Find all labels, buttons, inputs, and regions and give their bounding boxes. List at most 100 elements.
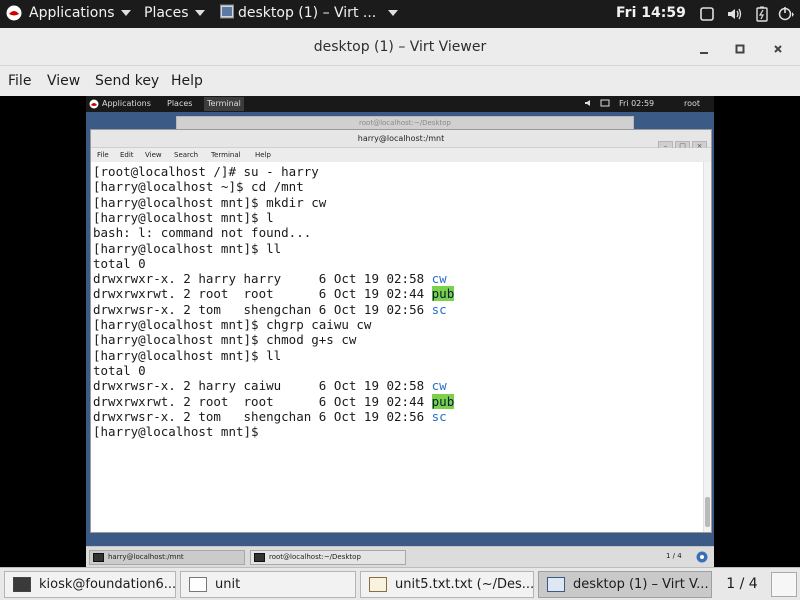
term-menu-terminal[interactable]: Terminal bbox=[211, 151, 241, 159]
terminal-line: [harry@localhost mnt]$ ll bbox=[93, 348, 281, 363]
terminal-line-text: [harry@localhost mnt]$ bbox=[93, 424, 267, 440]
minimize-icon[interactable] bbox=[698, 40, 710, 59]
terminal-line: total 0 bbox=[93, 256, 146, 271]
guest-terminal-button[interactable]: Terminal bbox=[204, 97, 244, 111]
terminal-line-text: total 0 bbox=[93, 362, 146, 378]
terminal-line-text: [harry@localhost mnt]$ chmod g+s cw bbox=[93, 332, 357, 348]
terminal-line-text: drwxrwxrwt. 2 root root 6 Oct 19 02:44 bbox=[93, 393, 432, 409]
menu-file[interactable]: File bbox=[8, 73, 31, 89]
terminal-line-text: drwxrwsr-x. 2 tom shengchan 6 Oct 19 02:… bbox=[93, 301, 432, 317]
guest-display[interactable]: Applications Places Terminal Fri 02:59 r… bbox=[86, 96, 714, 567]
battery-icon[interactable] bbox=[756, 6, 768, 26]
host-taskbar: kiosk@foundation6... unit unit5.txt.txt … bbox=[0, 567, 800, 600]
terminal-line: drwxrwxr-x. 2 harry harry 6 Oct 19 02:58… bbox=[93, 271, 447, 286]
task-virt-viewer[interactable]: desktop (1) – Virt V... bbox=[538, 571, 712, 598]
task-label: kiosk@foundation6... bbox=[39, 577, 176, 592]
terminal-line: [harry@localhost mnt]$ chmod g+s cw bbox=[93, 332, 356, 347]
terminal-line-text: [harry@localhost mnt]$ l bbox=[93, 209, 274, 225]
terminal-line: [harry@localhost mnt]$ bbox=[93, 424, 266, 439]
viewer-menubar: File View Send key Help bbox=[0, 66, 800, 96]
terminal-line: [root@localhost /]# su - harry bbox=[93, 164, 319, 179]
terminal-line: drwxrwsr-x. 2 tom shengchan 6 Oct 19 02:… bbox=[93, 302, 447, 317]
scrollbar-thumb[interactable] bbox=[705, 497, 710, 527]
task-label: unit5.txt.txt (~/Des... bbox=[395, 577, 534, 592]
task-label: desktop (1) – Virt V... bbox=[573, 577, 709, 592]
terminal-line: [harry@localhost mnt]$ mkdir cw bbox=[93, 195, 326, 210]
term-menu-edit[interactable]: Edit bbox=[120, 151, 134, 159]
term-menu-file[interactable]: File bbox=[97, 151, 109, 159]
task-unit5-editor[interactable]: unit5.txt.txt (~/Des... bbox=[360, 571, 534, 598]
terminal-line: drwxrwxrwt. 2 root root 6 Oct 19 02:44 p… bbox=[93, 286, 455, 302]
terminal-line-text: [harry@localhost mnt]$ chgrp caiwu cw bbox=[93, 317, 372, 332]
directory-name: sc bbox=[431, 301, 447, 317]
text-editor-icon bbox=[369, 577, 387, 592]
folder-icon bbox=[189, 577, 207, 592]
guest-volume-icon[interactable] bbox=[584, 98, 594, 110]
clock[interactable]: Fri 14:59 bbox=[616, 5, 686, 21]
active-window-label: desktop (1) – Virt ... bbox=[238, 5, 377, 21]
guest-task-label: root@localhost:~/Desktop bbox=[269, 553, 361, 561]
background-window[interactable]: root@localhost:~/Desktop bbox=[176, 116, 634, 130]
places-menu[interactable]: Places bbox=[144, 5, 205, 21]
power-icon[interactable] bbox=[778, 6, 796, 26]
guest-pager[interactable]: 1 / 4 bbox=[666, 552, 682, 560]
guest-taskbar: harry@localhost:/mnt root@localhost:~/De… bbox=[86, 546, 714, 567]
applications-label: Applications bbox=[29, 5, 115, 21]
menu-help[interactable]: Help bbox=[171, 73, 203, 89]
guest-notification-icon[interactable] bbox=[696, 551, 708, 565]
terminal-line: drwxrwsr-x. 2 tom shengchan 6 Oct 19 02:… bbox=[93, 409, 447, 424]
terminal-line-text: [root@localhost /]# su - harry bbox=[93, 164, 319, 179]
guest-task-harry-terminal[interactable]: harry@localhost:/mnt bbox=[89, 550, 245, 565]
terminal-line: bash: l: command not found... bbox=[93, 225, 311, 240]
guest-applications-menu[interactable]: Applications bbox=[102, 99, 151, 108]
volume-icon[interactable] bbox=[726, 6, 742, 26]
terminal-line: drwxrwsr-x. 2 harry caiwu 6 Oct 19 02:58… bbox=[93, 378, 447, 393]
maximize-icon[interactable] bbox=[734, 40, 746, 59]
viewer-title: desktop (1) – Virt Viewer bbox=[313, 39, 487, 55]
term-menu-help[interactable]: Help bbox=[255, 151, 271, 159]
menu-view[interactable]: View bbox=[47, 73, 80, 89]
terminal-line: total 0 bbox=[93, 363, 146, 378]
terminal-line: [harry@localhost ~]$ cd /mnt bbox=[93, 179, 304, 194]
guest-places-menu[interactable]: Places bbox=[167, 99, 192, 108]
menu-send-key[interactable]: Send key bbox=[95, 73, 159, 89]
terminal-window[interactable]: harry@localhost:/mnt – □ × File Edit View … bbox=[90, 129, 712, 533]
terminal-line: [harry@localhost mnt]$ chgrp caiwu cw bbox=[93, 317, 371, 332]
terminal-line-text: [harry@localhost mnt]$ ll bbox=[93, 347, 282, 363]
directory-name: pub bbox=[431, 286, 455, 302]
guest-task-root-terminal[interactable]: root@localhost:~/Desktop bbox=[250, 550, 406, 565]
guest-network-icon[interactable] bbox=[600, 98, 610, 110]
term-menu-view[interactable]: View bbox=[145, 151, 162, 159]
workspace-pager[interactable]: 1 / 4 bbox=[716, 572, 768, 597]
task-kiosk-terminal[interactable]: kiosk@foundation6... bbox=[4, 571, 176, 598]
guest-clock[interactable]: Fri 02:59 bbox=[619, 99, 654, 108]
terminal-line-text: [harry@localhost ~]$ cd /mnt bbox=[93, 179, 304, 195]
applications-menu[interactable]: Applications bbox=[29, 5, 131, 21]
terminal-icon bbox=[13, 577, 31, 592]
workspace-switcher[interactable] bbox=[771, 572, 797, 597]
display-icon[interactable] bbox=[700, 7, 714, 25]
terminal-line-text: bash: l: command not found... bbox=[93, 225, 312, 241]
terminal-output[interactable]: [root@localhost /]# su - harry [harry@loc… bbox=[91, 162, 703, 532]
terminal-scrollbar[interactable] bbox=[703, 162, 711, 532]
directory-name: pub bbox=[431, 393, 455, 409]
guest-redhat-logo-icon bbox=[89, 99, 99, 111]
host-top-panel: Applications Places desktop (1) – Virt .… bbox=[0, 0, 800, 28]
directory-name: sc bbox=[431, 408, 447, 424]
terminal-line: drwxrwxrwt. 2 root root 6 Oct 19 02:44 p… bbox=[93, 393, 455, 409]
places-label: Places bbox=[144, 5, 189, 21]
guest-user-menu[interactable]: root bbox=[684, 99, 700, 108]
terminal-line-text: total 0 bbox=[93, 255, 146, 271]
terminal-line-text: [harry@localhost mnt]$ ll bbox=[93, 240, 282, 256]
close-icon[interactable] bbox=[772, 40, 784, 59]
active-window-menu[interactable]: desktop (1) – Virt ... bbox=[238, 5, 399, 21]
redhat-logo-icon bbox=[6, 5, 22, 25]
terminal-line: [harry@localhost mnt]$ ll bbox=[93, 241, 281, 256]
task-unit-folder[interactable]: unit bbox=[180, 571, 356, 598]
directory-name: cw bbox=[431, 378, 447, 394]
term-menu-search[interactable]: Search bbox=[174, 151, 198, 159]
directory-name: cw bbox=[431, 271, 447, 287]
terminal-titlebar: harry@localhost:/mnt bbox=[91, 130, 711, 148]
terminal-line: [harry@localhost mnt]$ l bbox=[93, 210, 274, 225]
terminal-line-text: drwxrwsr-x. 2 harry caiwu 6 Oct 19 02:58 bbox=[93, 378, 432, 394]
